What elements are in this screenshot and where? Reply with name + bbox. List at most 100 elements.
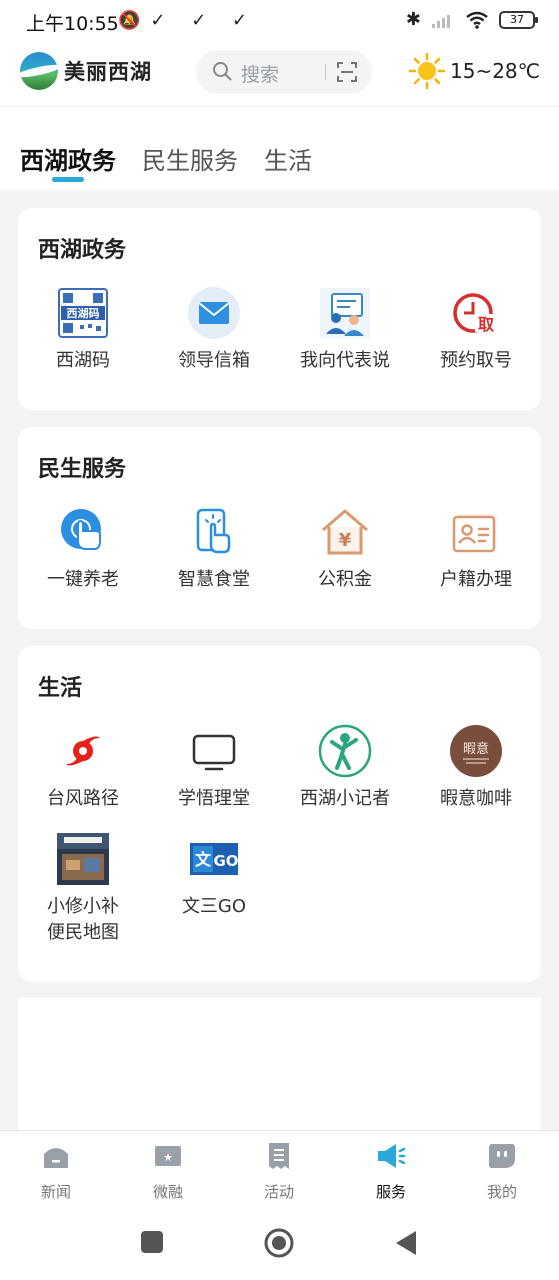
mail-icon: [187, 286, 241, 340]
status-right: ✱ 37: [405, 9, 538, 30]
svg-text:★: ★: [163, 1151, 173, 1164]
scan-icon[interactable]: [336, 61, 358, 83]
service-item-representative[interactable]: 我向代表说: [280, 286, 410, 374]
app-name: 美丽西湖: [64, 60, 152, 84]
svg-text:文: 文: [195, 850, 212, 869]
back-icon[interactable]: [394, 1230, 418, 1256]
check-icons: ✓ ✓ ✓: [150, 10, 258, 31]
bluetooth-icon: ✱: [405, 9, 421, 30]
item-label: 我向代表说: [300, 350, 390, 371]
status-bar: 上午10:55 🔕✓ ✓ ✓ ✱ 37: [0, 0, 559, 42]
section-title: 西湖政务: [38, 238, 127, 263]
content-placeholder: [18, 998, 541, 1138]
id-card-icon: [449, 505, 503, 559]
service-item-little-reporter[interactable]: 西湖小记者: [280, 724, 410, 812]
home-icon: [44, 1148, 68, 1168]
search-icon: [213, 62, 232, 81]
item-label: 领导信箱: [178, 350, 250, 371]
nav-label: 服务: [375, 1183, 406, 1201]
bottom-navigation: 新闻 ★ 微融 活动 服务 我的: [0, 1130, 559, 1208]
weather-widget[interactable]: 15~28℃: [408, 52, 540, 90]
svg-text:暇意: 暇意: [463, 741, 489, 757]
logo-mark-icon: [20, 52, 58, 90]
active-tab-indicator: [52, 177, 84, 182]
nav-label: 我的: [486, 1183, 517, 1201]
qr-code-icon: 西湖码: [56, 286, 110, 340]
service-item-leader-mailbox[interactable]: 领导信箱: [149, 286, 279, 374]
item-label: 智慧食堂: [178, 569, 250, 590]
service-item-appointment[interactable]: 取 预约取号: [411, 286, 541, 374]
section-livelihood: 民生服务 一键养老 智慧食堂 ¥ 公积金 户籍办理: [18, 427, 541, 629]
svg-text:¥: ¥: [339, 530, 352, 551]
clock-ticket-icon: 取: [449, 286, 503, 340]
temperature-range: 15~28℃: [450, 59, 541, 83]
tab-life[interactable]: 生活: [264, 141, 312, 176]
svg-text:西湖码: 西湖码: [67, 306, 100, 320]
battery-icon: 37: [499, 10, 538, 29]
service-item-elderly-care[interactable]: 一键养老: [18, 505, 148, 593]
nav-item-service[interactable]: 服务: [351, 1141, 431, 1202]
recent-apps-icon[interactable]: [140, 1230, 164, 1254]
search-bar[interactable]: 搜索: [196, 50, 372, 94]
touch-screen-icon: [187, 505, 241, 559]
section-title: 生活: [38, 676, 83, 701]
tab-livelihood[interactable]: 民生服务: [142, 141, 238, 176]
service-item-repair-map[interactable]: 小修小补 便民地图: [18, 832, 148, 946]
star-tv-icon: ★: [155, 1146, 181, 1166]
tv-icon: [187, 724, 241, 778]
item-label: 公积金: [318, 569, 372, 590]
item-label: 户籍办理: [440, 569, 512, 590]
item-label: 一键养老: [47, 569, 119, 590]
signal-icon: [432, 14, 450, 28]
nav-item-activity[interactable]: 活动: [239, 1141, 319, 1202]
representative-icon: [318, 286, 372, 340]
item-label-line2: 便民地图: [47, 922, 119, 943]
mute-icon: 🔕: [118, 10, 151, 31]
status-time: 上午10:55: [26, 13, 119, 35]
home-button-icon[interactable]: [263, 1227, 295, 1259]
service-item-typhoon-path[interactable]: 台风路径: [18, 724, 148, 812]
nav-item-weirong[interactable]: ★ 微融: [128, 1141, 208, 1202]
search-divider: [325, 64, 326, 80]
item-label: 学悟理堂: [178, 788, 250, 809]
svg-text:GO: GO: [213, 852, 238, 870]
tap-hand-icon: [56, 505, 110, 559]
section-title: 民生服务: [38, 457, 127, 482]
nav-item-mine[interactable]: 我的: [462, 1141, 542, 1202]
nav-label: 活动: [263, 1183, 294, 1201]
service-item-study-hall[interactable]: 学悟理堂: [149, 724, 279, 812]
coffee-icon: 暇意: [449, 724, 503, 778]
item-label: 暇意咖啡: [440, 788, 512, 809]
yuan-house-icon: ¥: [318, 505, 372, 559]
wensan-go-icon: 文 GO: [187, 832, 241, 886]
item-label: 台风路径: [47, 788, 119, 809]
item-label: 小修小补 便民地图: [18, 894, 148, 946]
chat-face-icon: [489, 1144, 515, 1168]
wifi-icon: [466, 11, 488, 29]
nav-label: 微融: [152, 1183, 183, 1201]
notification-icons: 🔕✓ ✓ ✓: [118, 10, 257, 31]
receipt-icon: [269, 1143, 289, 1169]
search-placeholder: 搜索: [241, 64, 280, 86]
sun-icon: [408, 52, 446, 90]
section-life: 生活 台风路径 学悟理堂 西湖小记者 暇意 暇意咖啡 小修小补 便民地图 文 G…: [18, 646, 541, 982]
item-label-line1: 小修小补: [47, 896, 119, 917]
service-item-wensan-go[interactable]: 文 GO 文三GO: [149, 832, 279, 920]
tab-gov[interactable]: 西湖政务: [20, 141, 116, 176]
repair-map-icon: [56, 832, 110, 886]
item-label: 预约取号: [440, 350, 512, 371]
service-item-smart-canteen[interactable]: 智慧食堂: [149, 505, 279, 593]
app-logo: 美丽西湖: [20, 52, 152, 90]
item-label: 文三GO: [181, 896, 247, 917]
section-gov: 西湖政务 西湖码 西湖码 领导信箱 我向代表说 取 预约取号: [18, 208, 541, 410]
category-tabs: 西湖政务 民生服务 生活: [0, 106, 559, 190]
nav-item-news[interactable]: 新闻: [16, 1141, 96, 1202]
service-item-household-registration[interactable]: 户籍办理: [411, 505, 541, 593]
megaphone-icon: [378, 1144, 406, 1168]
service-item-xihu-code[interactable]: 西湖码 西湖码: [18, 286, 148, 374]
nav-label: 新闻: [40, 1183, 71, 1201]
service-item-xiayi-coffee[interactable]: 暇意 暇意咖啡: [411, 724, 541, 812]
app-header: 美丽西湖 搜索 15~28℃: [0, 42, 559, 106]
service-item-housing-fund[interactable]: ¥ 公积金: [280, 505, 410, 593]
item-label: 西湖小记者: [300, 788, 390, 809]
